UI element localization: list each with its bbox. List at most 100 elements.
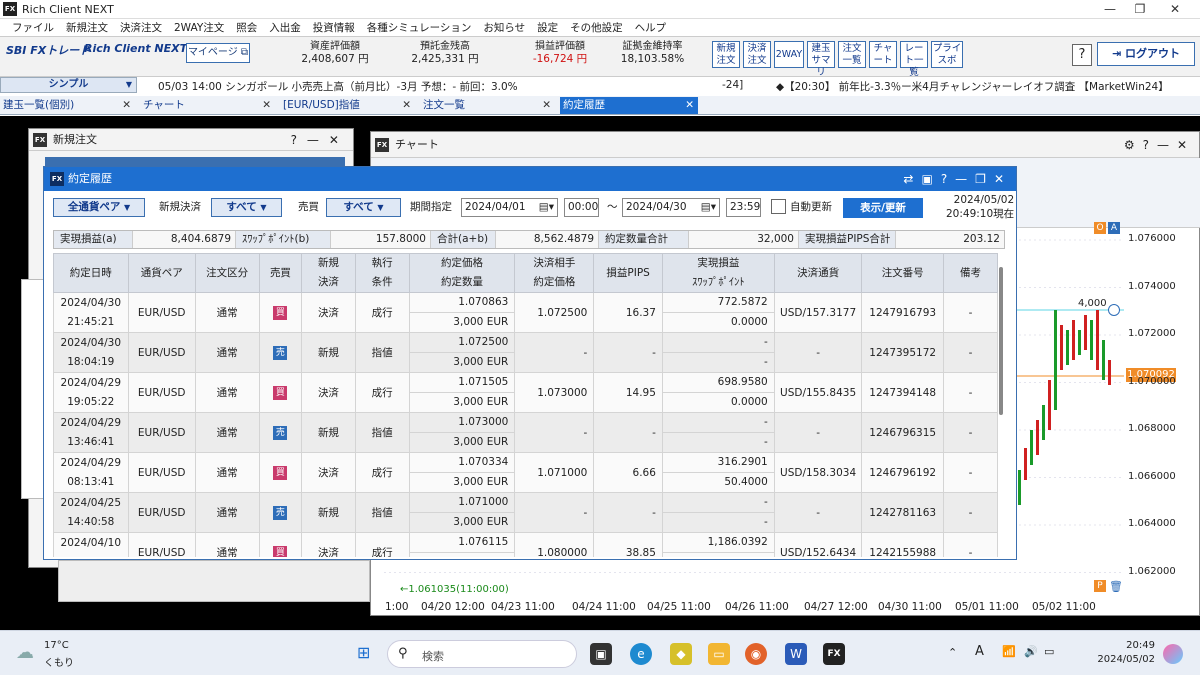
column-header[interactable]: 備考: [942, 253, 998, 293]
file-explorer-icon[interactable]: ▭: [708, 643, 730, 665]
toolbar-new-order-button[interactable]: 新規注文: [712, 41, 740, 68]
toolbar-chart-button[interactable]: チャート: [869, 41, 897, 68]
toolbar-position-summary-button[interactable]: 建玉サマリ: [807, 41, 835, 78]
mypage-button[interactable]: マイページ ⧉: [186, 43, 250, 63]
tray-chevron-icon[interactable]: ⌃: [948, 646, 957, 659]
clock-date[interactable]: 2024/05/02: [1068, 654, 1155, 665]
menu-item-info[interactable]: 投資情報: [307, 20, 361, 35]
column-header[interactable]: 注文番号: [861, 253, 944, 293]
refresh-button[interactable]: 表示/更新: [843, 198, 923, 218]
date-to-input[interactable]: 2024/04/30 ▤▾: [622, 198, 720, 217]
wifi-icon[interactable]: 📶: [1002, 645, 1016, 658]
table-row[interactable]: 2024/04/25 14:40:58 EUR/USD 通常売新規 指値 1.071000…: [53, 492, 998, 533]
menu-item-inquiry[interactable]: 照会: [230, 20, 263, 35]
currency-pair-select[interactable]: 全通貨ペア ▼: [53, 198, 145, 217]
toolbar-order-list-button[interactable]: 注文一覧: [838, 41, 866, 68]
menu-item-help[interactable]: ヘルプ: [629, 20, 673, 35]
tab-close-icon[interactable]: ✕: [402, 97, 411, 113]
position-p-icon[interactable]: P: [1094, 580, 1106, 592]
taskbar-search-box[interactable]: ⚲ 検索: [387, 640, 577, 668]
position-marker-icon[interactable]: [1108, 304, 1120, 316]
menu-item-close-order[interactable]: 決済注文: [114, 20, 168, 35]
column-header[interactable]: 約定価格 約定数量: [408, 253, 516, 293]
tab-close-icon[interactable]: ✕: [685, 97, 694, 113]
table-row[interactable]: 2024/04/29 08:13:41 EUR/USD 通常買決済 成行 1.070334…: [53, 452, 998, 493]
table-row[interactable]: 2024/04/29 19:05:22 EUR/USD 通常買決済 成行 1.071505…: [53, 372, 998, 413]
tab-close-icon[interactable]: ✕: [542, 97, 551, 113]
column-header[interactable]: 執行 条件: [354, 253, 410, 293]
table-row[interactable]: 2024/04/29 13:46:41 EUR/USD 通常売新規 指値 1.073000…: [53, 412, 998, 453]
table-row[interactable]: 2024/04/30 21:45:21 EUR/USD 通常買決済 成行 1.070863…: [53, 292, 998, 333]
time-to-input[interactable]: 23:59: [726, 198, 761, 217]
battery-icon[interactable]: ▭: [1044, 645, 1054, 658]
tab-trade-history[interactable]: 約定履歴 ✕: [560, 97, 698, 114]
news-ticker-right[interactable]: ◆【20:30】 前年比-3.3％ー米4月チャレンジャーレイオフ調査 【Mark…: [776, 79, 1200, 94]
app-icon[interactable]: ◆: [670, 643, 692, 665]
menu-item-2way[interactable]: 2WAY注文: [168, 20, 230, 35]
tab-close-icon[interactable]: ✕: [262, 97, 271, 113]
menu-item-deposit[interactable]: 入出金: [263, 20, 307, 35]
help-button[interactable]: ?: [1072, 44, 1092, 66]
window-controls[interactable]: ?—✕: [291, 129, 349, 151]
table-row[interactable]: 2024/04/30 18:04:19 EUR/USD 通常売新規 指値 1.072500…: [53, 332, 998, 373]
tab-eurusd-limit[interactable]: [EUR/USD]指値 ✕: [280, 97, 415, 114]
order-marker-icon[interactable]: O: [1094, 222, 1106, 234]
column-header[interactable]: 約定日時: [53, 253, 129, 293]
copilot-icon[interactable]: [1163, 644, 1183, 664]
column-header[interactable]: 決済通貨: [773, 253, 863, 293]
clock-time[interactable]: 20:49: [1095, 640, 1155, 651]
news-ticker-left[interactable]: 05/03 14:00 シンガポール 小売売上高（前月比）-3月 予想：- 前回…: [158, 79, 698, 94]
logout-button[interactable]: ⇥ ログアウト: [1097, 42, 1195, 66]
calendar-icon[interactable]: ▤▾: [701, 199, 716, 216]
window-controls[interactable]: ⇄▣?—❐✕: [903, 167, 1012, 191]
auto-refresh-checkbox[interactable]: [771, 199, 786, 214]
menu-item-notice[interactable]: お知らせ: [477, 20, 531, 35]
trade-history-titlebar[interactable]: FX 約定履歴 ⇄▣?—❐✕: [44, 167, 1016, 191]
toolbar-2way-button[interactable]: 2WAY: [774, 41, 804, 68]
word-icon[interactable]: W: [785, 643, 807, 665]
side-select[interactable]: すべて ▼: [326, 198, 401, 217]
close-icon[interactable]: ✕: [1160, 0, 1190, 19]
weather-temp[interactable]: 17°C: [44, 640, 69, 651]
fx-app-icon[interactable]: FX: [823, 643, 845, 665]
tab-chart[interactable]: チャート ✕: [140, 97, 275, 114]
column-header[interactable]: 損益PIPS: [593, 253, 663, 293]
menu-item-new-order[interactable]: 新規注文: [60, 20, 114, 35]
table-scrollbar[interactable]: [999, 267, 1003, 415]
column-header[interactable]: 注文区分: [194, 253, 260, 293]
new-close-select[interactable]: すべて ▼: [211, 198, 282, 217]
column-header[interactable]: 通貨ペア: [127, 253, 196, 293]
new-order-titlebar[interactable]: FX 新規注文 ?—✕: [29, 129, 353, 151]
column-header[interactable]: 新規 決済: [301, 253, 356, 293]
column-header[interactable]: 決済相手 約定価格: [514, 253, 595, 293]
tab-order-list[interactable]: 注文一覧 ✕: [420, 97, 555, 114]
tab-position-list[interactable]: 建玉一覧(個別) ✕: [0, 97, 135, 114]
toolbar-price-board-button[interactable]: プライスボ: [931, 41, 963, 68]
menu-item-simulation[interactable]: 各種シミュレーション: [361, 20, 478, 35]
restore-icon[interactable]: ❐: [1125, 0, 1155, 19]
ime-indicator[interactable]: A: [975, 644, 984, 659]
trash-icon[interactable]: 🗑: [1109, 580, 1123, 593]
calendar-icon[interactable]: ▤▾: [539, 199, 554, 216]
display-mode-select[interactable]: シンプル ▼: [0, 77, 137, 93]
menu-item-file[interactable]: ファイル: [6, 20, 60, 35]
menu-item-settings[interactable]: 設定: [531, 20, 564, 35]
toolbar-close-order-button[interactable]: 決済注文: [743, 41, 771, 68]
toolbar-rate-list-button[interactable]: レート一覧: [900, 41, 928, 78]
alert-marker-icon[interactable]: A: [1108, 222, 1120, 234]
weather-icon[interactable]: ☁: [16, 642, 34, 663]
firefox-icon[interactable]: ◉: [745, 643, 767, 665]
window-controls[interactable]: ⚙?—✕: [1124, 132, 1195, 158]
start-icon[interactable]: ⊞: [357, 643, 377, 663]
column-header[interactable]: 実現損益 ｽﾜｯﾌﾟﾎﾟｲﾝﾄ: [661, 253, 775, 293]
table-row[interactable]: 2024/04/1023:27:00EUR/USD通常買 決済成行1.076115…: [53, 532, 998, 557]
date-from-input[interactable]: 2024/04/01 ▤▾: [461, 198, 558, 217]
weather-desc[interactable]: くもり: [44, 654, 74, 669]
volume-icon[interactable]: 🔊: [1024, 645, 1038, 658]
chart-titlebar[interactable]: FX チャート ⚙?—✕: [371, 132, 1199, 158]
column-header[interactable]: 売買: [258, 253, 303, 293]
task-view-icon[interactable]: ▣: [590, 643, 612, 665]
menu-item-other-settings[interactable]: その他設定: [564, 20, 629, 35]
minimize-icon[interactable]: —: [1095, 0, 1125, 19]
time-from-input[interactable]: 00:00: [564, 198, 599, 217]
